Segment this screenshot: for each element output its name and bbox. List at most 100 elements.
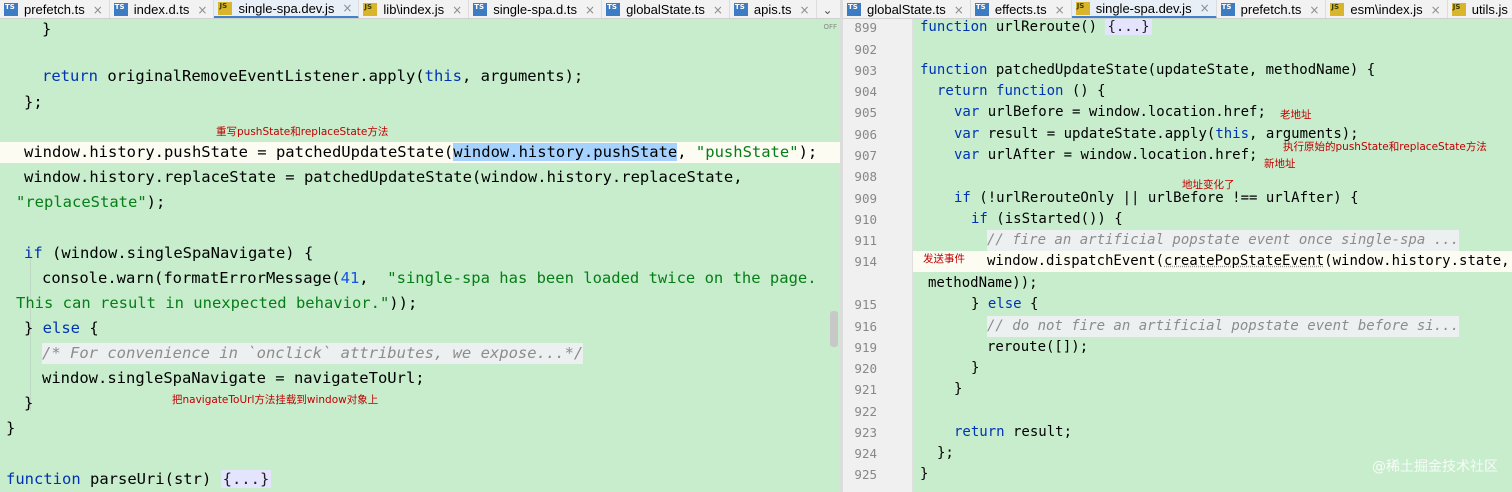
- keyword: var: [954, 126, 980, 142]
- string-literal: "replaceState": [16, 193, 147, 211]
- code-line: }: [0, 19, 840, 40]
- code-line: This can result in unexpected behavior."…: [0, 293, 840, 314]
- code-line: function parseUri(str) {...}: [0, 469, 840, 490]
- close-icon[interactable]: ×: [1200, 1, 1210, 15]
- code-text: {: [80, 319, 99, 337]
- ts-file-icon: TS: [4, 3, 18, 16]
- right-editor[interactable]: 899 902 903 904 905 906 907 908 909 910 911 914 915 9…: [843, 19, 1512, 492]
- editor-tab[interactable]: TS effects.ts ×: [971, 0, 1072, 18]
- number-literal: 41: [340, 269, 360, 287]
- code-line: // fire an artificial popstate event onc…: [843, 230, 1512, 251]
- watermark: @稀土掘金技术社区: [1372, 459, 1498, 475]
- code-text: (window.history.state,: [1324, 253, 1510, 269]
- editor-tab[interactable]: JS lib\index.js ×: [359, 0, 470, 18]
- code-text: }: [954, 381, 963, 397]
- line-number: 908: [854, 169, 877, 184]
- close-icon[interactable]: ×: [1431, 3, 1441, 17]
- code-text: (!urlRerouteOnly || urlBefore !== urlAft…: [970, 190, 1359, 206]
- ts-file-icon: TS: [1220, 3, 1235, 16]
- code-text: (isStarted()) {: [987, 211, 1123, 227]
- left-tab-bar: TS prefetch.ts × TS index.d.ts × JS single-spa.…: [0, 0, 840, 19]
- string-literal: This can result in unexpected behavior.": [16, 294, 390, 312]
- ts-file-icon: TS: [113, 3, 128, 16]
- close-icon[interactable]: ×: [452, 3, 462, 17]
- editor-tab[interactable]: JS esm\index.js ×: [1326, 0, 1448, 18]
- code-line: /* For convenience in `onclick` attribut…: [0, 343, 840, 364]
- selected-text: window.history.pushState: [453, 143, 678, 161]
- tab-label: lib\index.js: [383, 2, 445, 17]
- code-text: urlAfter = window.location.href;: [979, 147, 1258, 163]
- code-text: methodName));: [928, 275, 1038, 291]
- code-text: );: [798, 143, 818, 161]
- tab-label: index.d.ts: [133, 2, 190, 17]
- right-tab-bar: TS globalState.ts × TS effects.ts × JS single-s…: [843, 0, 1512, 19]
- keyword: else: [987, 296, 1022, 312]
- editor-tab[interactable]: TS index.d.ts ×: [110, 0, 215, 18]
- code-text: urlReroute(): [987, 19, 1106, 35]
- annotation-note: 发送事件: [923, 253, 965, 265]
- code-line: }: [843, 379, 1512, 400]
- keyword: function: [920, 62, 988, 78]
- code-line: return function () {: [843, 81, 1512, 102]
- ts-file-icon: TS: [974, 3, 989, 16]
- folded-region[interactable]: {...}: [1105, 19, 1152, 35]
- editor-tab[interactable]: TS globalState.ts ×: [602, 0, 730, 18]
- code-line: var urlBefore = window.location.href;: [843, 102, 1512, 123]
- keyword: function: [920, 19, 988, 35]
- close-icon[interactable]: ×: [800, 3, 810, 17]
- close-icon[interactable]: ×: [1055, 3, 1065, 17]
- code-text: };: [24, 93, 43, 111]
- code-text: window.history.replaceState = patchedUpd…: [24, 168, 743, 186]
- line-number: 902: [854, 42, 877, 57]
- code-text: reroute([]);: [987, 339, 1089, 355]
- folded-region[interactable]: {...}: [220, 470, 272, 488]
- tab-label: single-spa.d.ts: [493, 2, 578, 17]
- editor-tab[interactable]: TS globalState.ts ×: [843, 0, 971, 18]
- code-text: }: [920, 466, 929, 482]
- code-line: "replaceState");: [0, 192, 840, 213]
- function-call[interactable]: createPopStateEvent: [1164, 253, 1324, 269]
- chevron-down-icon[interactable]: ⌄: [817, 0, 839, 18]
- annotation-note: 把navigateToUrl方法挂载到window对象上: [172, 394, 379, 406]
- code-line: function patchedUpdateState(updateState,…: [843, 60, 1512, 81]
- close-icon[interactable]: ×: [954, 3, 964, 17]
- string-literal: "pushState": [695, 143, 799, 161]
- editor-tab[interactable]: TS single-spa.d.ts ×: [469, 0, 603, 18]
- code-text: originalRemoveEventListener.apply(: [98, 67, 425, 85]
- code-line: }: [0, 393, 840, 414]
- editor-tab[interactable]: TS prefetch.ts ×: [0, 0, 110, 18]
- collapsed-comment[interactable]: /* For convenience in `onclick` attribut…: [42, 343, 584, 364]
- code-text: ));: [389, 294, 418, 312]
- keyword: return: [954, 424, 1005, 440]
- close-icon[interactable]: ×: [197, 3, 207, 17]
- keyword: return: [937, 83, 988, 99]
- js-file-icon: JS: [363, 3, 378, 16]
- close-icon[interactable]: ×: [1309, 3, 1319, 17]
- code-line: return result;: [843, 422, 1512, 443]
- code-line: } else {: [843, 294, 1512, 315]
- code-line: if (window.singleSpaNavigate) {: [0, 243, 840, 264]
- code-text: );: [146, 193, 166, 211]
- tab-label: prefetch.ts: [24, 2, 85, 17]
- left-editor[interactable]: OFF } return originalRemoveEventListener…: [0, 19, 840, 492]
- tab-label: prefetch.ts: [1240, 2, 1302, 17]
- close-icon[interactable]: ×: [342, 1, 352, 15]
- editor-tab[interactable]: JSutils.js×: [1448, 0, 1512, 18]
- code-text: window.dispatchEvent(: [987, 253, 1165, 269]
- js-file-icon: JS: [1330, 3, 1345, 16]
- close-icon[interactable]: ×: [585, 3, 595, 17]
- code-text: }: [42, 20, 52, 38]
- close-icon[interactable]: ×: [93, 3, 103, 17]
- editor-tab[interactable]: JS single-spa.dev.js ×: [214, 0, 360, 18]
- ts-file-icon: TS: [606, 3, 621, 16]
- collapsed-comment[interactable]: // fire an artificial popstate event onc…: [987, 230, 1460, 251]
- scrollbar-thumb[interactable]: [830, 311, 838, 347]
- code-line: } else {: [0, 318, 840, 339]
- editor-tab[interactable]: TS apis.ts ×: [730, 0, 817, 18]
- editor-tab[interactable]: JS single-spa.dev.js ×: [1071, 0, 1217, 18]
- close-icon[interactable]: ×: [713, 3, 723, 17]
- editor-tab[interactable]: TS prefetch.ts ×: [1217, 0, 1327, 18]
- collapsed-comment[interactable]: // do not fire an artificial popstate ev…: [987, 316, 1460, 337]
- ts-file-icon: TS: [733, 3, 748, 16]
- keyword: function: [996, 83, 1064, 99]
